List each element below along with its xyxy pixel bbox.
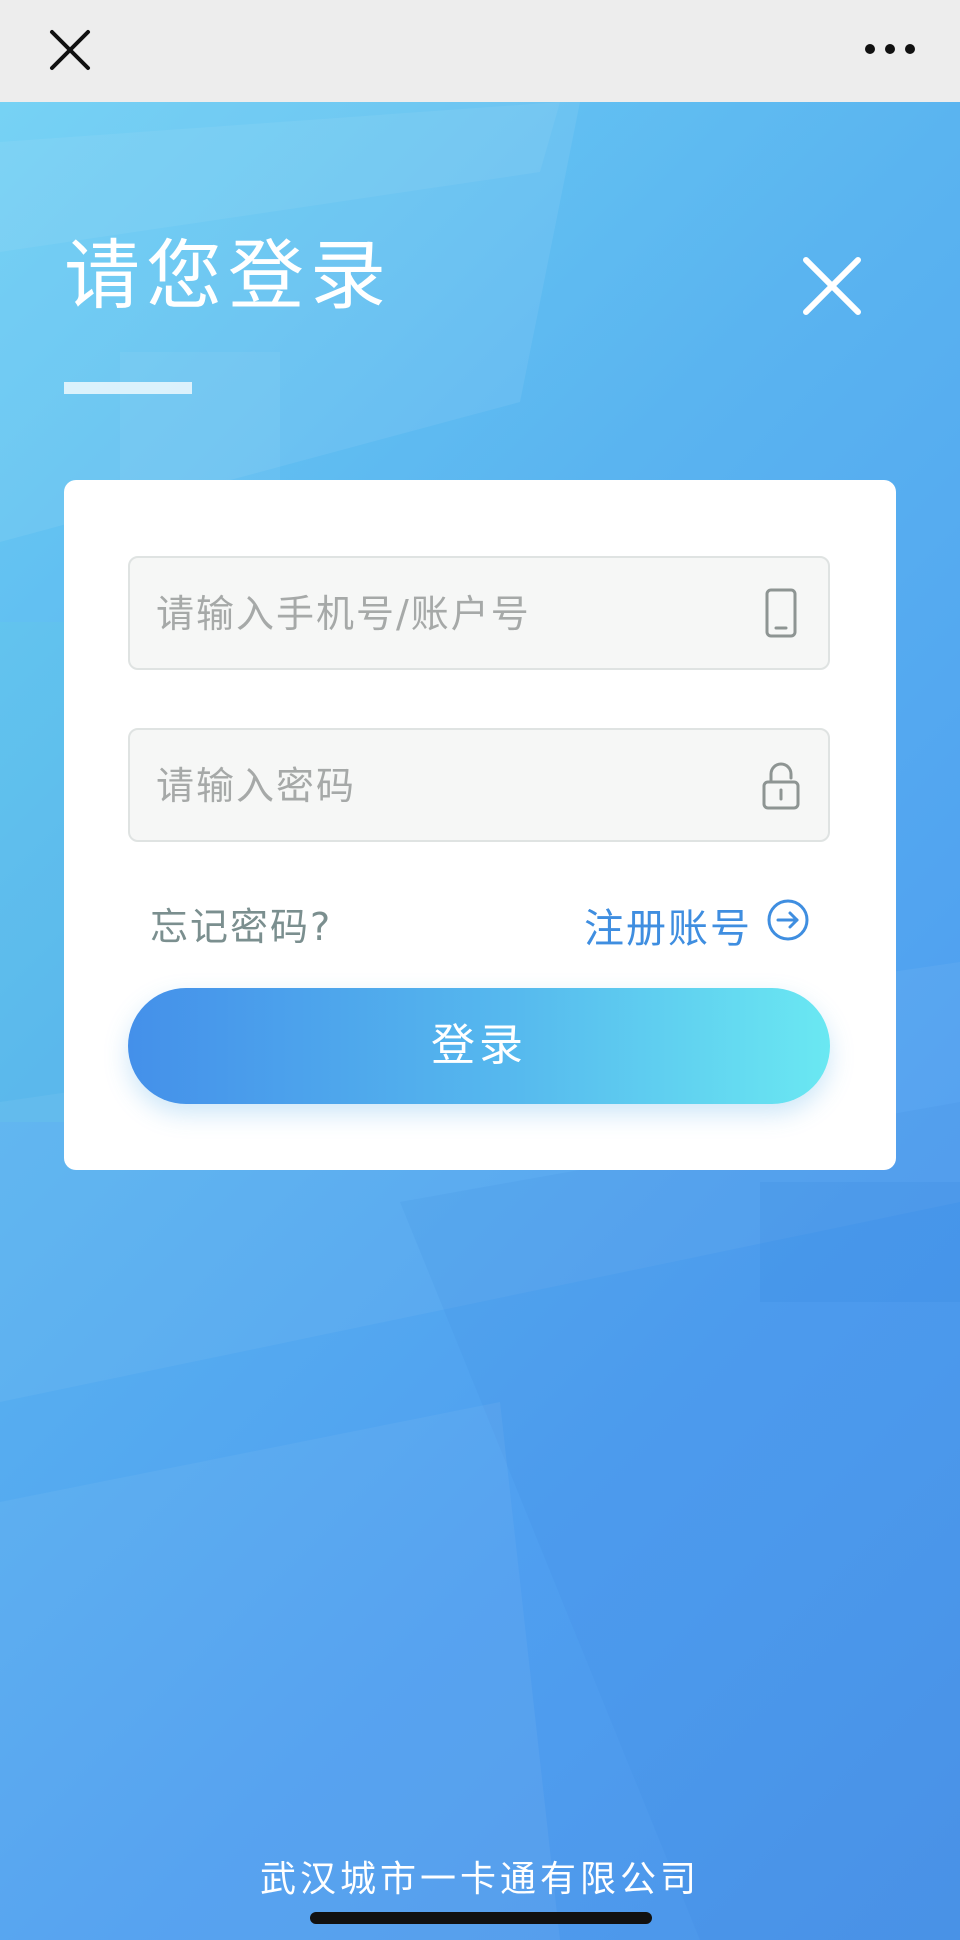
home-indicator (310, 1912, 652, 1924)
close-icon[interactable] (800, 254, 864, 318)
phone-icon (754, 586, 808, 640)
arrow-right-circle-icon[interactable] (766, 898, 810, 942)
top-navigation-bar (0, 0, 960, 102)
page-background: 请您登录 请输入手机号/账户号 忘记密码? 注册账号 登录 武汉城市一卡通有限公… (0, 102, 960, 1940)
auth-links-row: 忘记密码? 注册账号 (150, 890, 810, 952)
password-field[interactable] (128, 728, 830, 842)
page-title: 请您登录 (64, 231, 392, 320)
account-field[interactable] (128, 556, 830, 670)
password-input[interactable] (154, 730, 738, 842)
login-button[interactable]: 登录 (128, 988, 830, 1104)
account-input[interactable] (154, 558, 738, 670)
lock-icon (754, 758, 808, 812)
title-underline (64, 382, 192, 394)
more-dots-icon[interactable] (860, 34, 920, 64)
company-footer: 武汉城市一卡通有限公司 (259, 1859, 700, 1900)
register-account-link[interactable]: 注册账号 (584, 896, 752, 954)
close-icon[interactable] (44, 24, 96, 76)
login-card: 忘记密码? 注册账号 登录 (64, 480, 896, 1170)
forgot-password-link[interactable]: 忘记密码? (150, 896, 332, 951)
